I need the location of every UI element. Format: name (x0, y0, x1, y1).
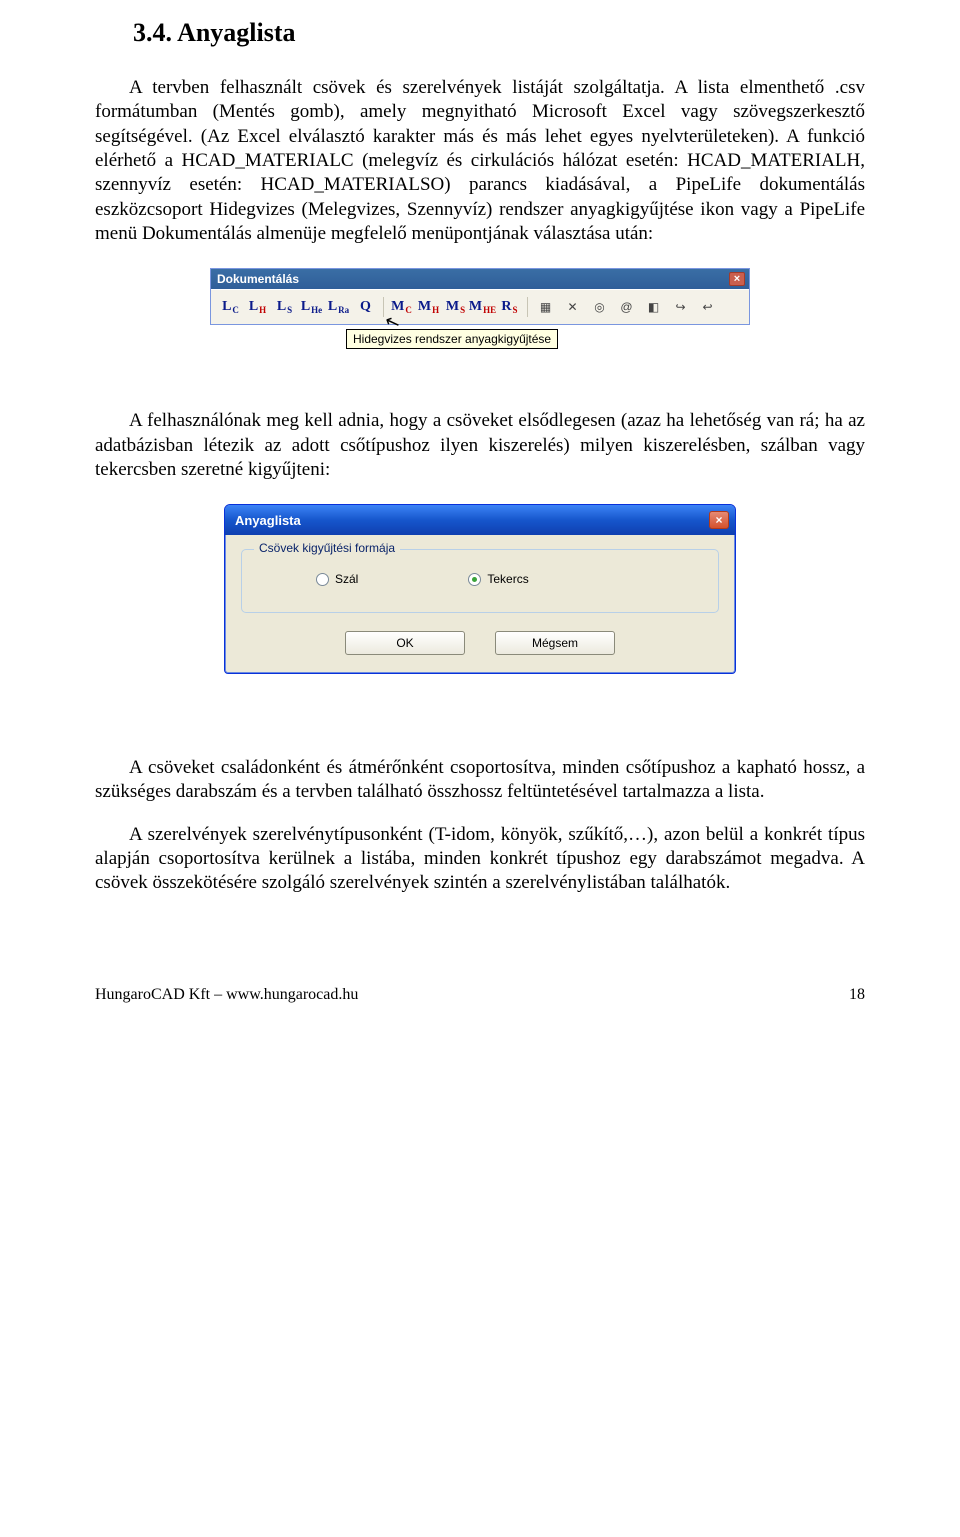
toolbar-btn-mh[interactable]: MH (417, 296, 440, 318)
section-heading: 3.4. Anyaglista (133, 18, 865, 48)
separator (383, 297, 384, 317)
paragraph-2: A felhasználónak meg kell adnia, hogy a … (95, 409, 865, 482)
grid-icon[interactable]: ▦ (534, 296, 557, 318)
paragraph-4: A szerelvények szerelvénytípusonként (T-… (95, 823, 865, 896)
radio-icon (468, 573, 481, 586)
at-icon[interactable]: @ (615, 296, 638, 318)
dialog-screenshot: Anyaglista × Csövek kigyűjtési formája S… (224, 504, 736, 674)
radio-icon (316, 573, 329, 586)
toolbar-title: Dokumentálás (217, 272, 299, 286)
toolbar-close-icon[interactable]: × (729, 272, 745, 286)
toolbar-btn-q[interactable]: Q (354, 296, 377, 318)
toolbar-tooltip: Hidegvizes rendszer anyagkigyűjtése (346, 329, 558, 349)
paragraph-3: A csöveket családonként és átmérőnként c… (95, 756, 865, 805)
corner-icon[interactable]: ◧ (642, 296, 665, 318)
arrow-icon-1[interactable]: ↪ (669, 296, 692, 318)
dialog-title: Anyaglista (235, 513, 301, 528)
radio-szal[interactable]: Szál (316, 572, 358, 586)
toolbar-btn-lh[interactable]: LH (246, 296, 269, 318)
ok-button[interactable]: OK (345, 631, 465, 655)
cross-icon[interactable]: ✕ (561, 296, 584, 318)
dialog-close-icon[interactable]: × (709, 511, 729, 529)
groupbox-title: Csövek kigyűjtési formája (254, 541, 400, 555)
page-number: 18 (849, 986, 865, 1004)
toolbar-btn-lc[interactable]: LC (219, 296, 242, 318)
toolbar-btn-ms[interactable]: MS (444, 296, 467, 318)
groupbox-pipes-format: Csövek kigyűjtési formája Szál Tekercs (241, 549, 719, 613)
footer-left: HungaroCAD Kft – www.hungarocad.hu (95, 986, 358, 1004)
toolbar-btn-lhe[interactable]: LHe (300, 296, 323, 318)
toolbar-btn-ls[interactable]: LS (273, 296, 296, 318)
toolbar-screenshot: Dokumentálás × LCLHLSLHeLRaQ MCMHMSMHERS ▦… (210, 268, 750, 349)
toolbar-btn-mhe[interactable]: MHE (471, 296, 494, 318)
toolbar-btn-rs[interactable]: RS (498, 296, 521, 318)
separator (527, 297, 528, 317)
paragraph-1: A tervben felhasznált csövek és szerelvé… (95, 76, 865, 246)
circle-icon[interactable]: ◎ (588, 296, 611, 318)
toolbar-btn-lra[interactable]: LRa (327, 296, 350, 318)
cancel-button[interactable]: Mégsem (495, 631, 615, 655)
toolbar-btn-mc[interactable]: MC (390, 296, 413, 318)
radio-tekercs[interactable]: Tekercs (468, 572, 528, 586)
arrow-icon-2[interactable]: ↩ (696, 296, 719, 318)
